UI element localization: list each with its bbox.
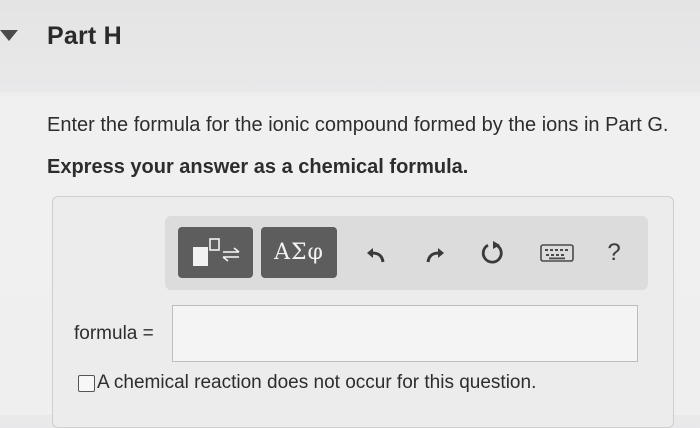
undo-button[interactable] <box>359 236 393 270</box>
no-reaction-option[interactable]: A chemical reaction does not occur for t… <box>78 372 536 394</box>
no-reaction-label: A chemical reaction does not occur for t… <box>97 372 537 393</box>
keyboard-icon <box>540 244 574 262</box>
formula-input[interactable] <box>172 305 638 362</box>
undo-icon <box>367 248 385 263</box>
formula-label: formula = <box>74 323 154 344</box>
question-instruction: Enter the formula for the ionic compound… <box>47 114 669 136</box>
part-title: Part H <box>47 22 122 50</box>
redo-icon <box>426 248 444 263</box>
help-icon: ? <box>607 239 621 266</box>
greek-symbols-button[interactable]: ΑΣφ <box>261 227 337 278</box>
keyboard-button[interactable] <box>537 236 577 270</box>
reset-button[interactable] <box>476 236 510 270</box>
help-button[interactable]: ? <box>597 236 631 270</box>
reset-icon <box>481 241 503 264</box>
redo-button[interactable] <box>418 236 452 270</box>
templates-icon <box>192 237 239 266</box>
answer-format-instruction: Express your answer as a chemical formul… <box>47 156 469 178</box>
templates-button[interactable] <box>178 227 253 278</box>
no-reaction-checkbox[interactable] <box>78 374 95 392</box>
collapse-caret-icon[interactable] <box>0 30 18 41</box>
